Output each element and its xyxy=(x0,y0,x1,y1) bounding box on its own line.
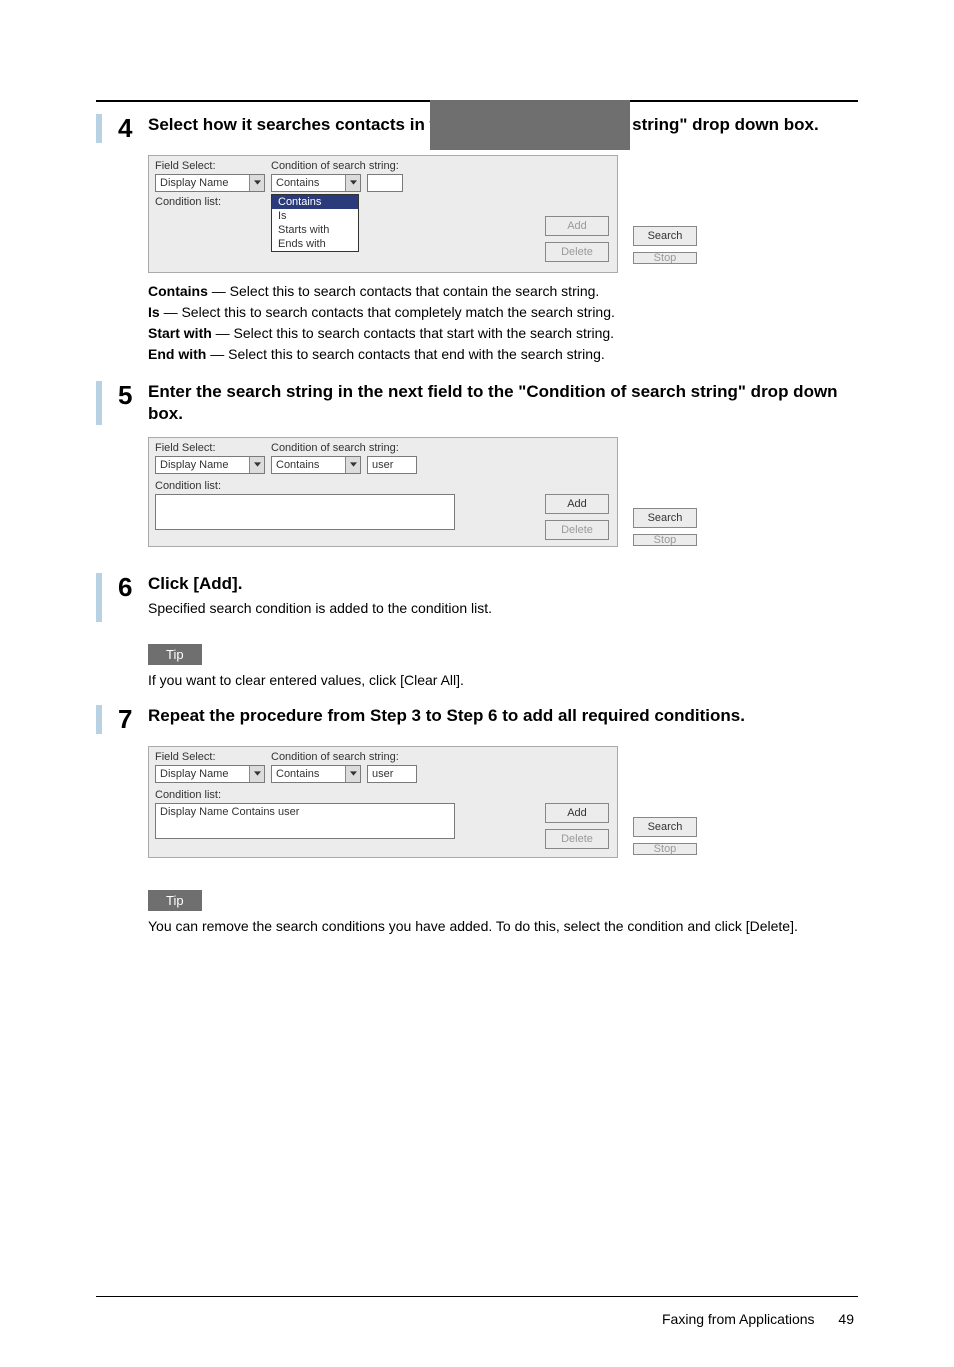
page-footer: Faxing from Applications 49 xyxy=(96,1311,858,1327)
search-string-input[interactable] xyxy=(367,174,403,192)
footer-page-number: 49 xyxy=(838,1311,854,1327)
condition-list-label: Condition list: xyxy=(155,480,221,492)
stop-button[interactable]: Stop xyxy=(633,252,697,264)
def-contains-label: Contains xyxy=(148,283,208,299)
condition-listbox[interactable] xyxy=(155,494,455,530)
step-accent xyxy=(96,114,102,143)
chevron-down-icon xyxy=(345,766,360,782)
step-number: 6 xyxy=(118,573,148,623)
field-select-value: Display Name xyxy=(160,459,249,471)
step-number: 4 xyxy=(118,114,148,143)
chevron-down-icon xyxy=(345,457,360,473)
add-button[interactable]: Add xyxy=(545,216,609,236)
step-5: 5 Enter the search string in the next fi… xyxy=(96,381,858,425)
condition-dropdown[interactable]: Contains xyxy=(271,174,361,192)
delete-button[interactable]: Delete xyxy=(545,242,609,262)
step-title: Repeat the procedure from Step 3 to Step… xyxy=(148,705,858,727)
def-is-text: — Select this to search contacts that co… xyxy=(160,304,615,320)
add-button[interactable]: Add xyxy=(545,803,609,823)
search-string-input[interactable]: user xyxy=(367,456,417,474)
step-6: 6 Click [Add]. Specified search conditio… xyxy=(96,573,858,623)
screenshot-step4: Field Select: Condition of search string… xyxy=(148,155,618,273)
add-button[interactable]: Add xyxy=(545,494,609,514)
def-startwith-label: Start with xyxy=(148,325,212,341)
screenshot-step7: Field Select: Condition of search string… xyxy=(148,746,618,858)
step-7: 7 Repeat the procedure from Step 3 to St… xyxy=(96,705,858,734)
delete-button[interactable]: Delete xyxy=(545,829,609,849)
step-number: 5 xyxy=(118,381,148,425)
field-select-value: Display Name xyxy=(160,177,249,189)
condition-list-label: Condition list: xyxy=(155,196,221,208)
def-endwith-text: — Select this to search contacts that en… xyxy=(206,346,604,362)
chevron-down-icon xyxy=(249,457,264,473)
dropdown-option-endswith[interactable]: Ends with xyxy=(272,237,358,251)
tip-badge: Tip xyxy=(148,644,202,665)
step-accent xyxy=(96,705,102,734)
field-select-value: Display Name xyxy=(160,768,249,780)
dropdown-option-contains[interactable]: Contains xyxy=(272,195,358,209)
dropdown-option-startswith[interactable]: Starts with xyxy=(272,223,358,237)
field-select-label: Field Select: xyxy=(155,751,265,763)
header-tab-block xyxy=(430,100,630,150)
condition-value: Contains xyxy=(276,177,345,189)
list-item[interactable]: Display Name Contains user xyxy=(160,806,450,818)
step4-definitions: Contains — Select this to search contact… xyxy=(148,281,858,365)
search-button[interactable]: Search xyxy=(633,508,697,528)
def-contains-text: — Select this to search contacts that co… xyxy=(208,283,599,299)
field-select-label: Field Select: xyxy=(155,442,265,454)
step-accent xyxy=(96,381,102,425)
search-string-input[interactable]: user xyxy=(367,765,417,783)
dropdown-option-is[interactable]: Is xyxy=(272,209,358,223)
delete-button[interactable]: Delete xyxy=(545,520,609,540)
condition-dropdown[interactable]: Contains xyxy=(271,456,361,474)
condition-label: Condition of search string: xyxy=(271,751,421,763)
def-startwith-text: — Select this to search contacts that st… xyxy=(212,325,614,341)
footer-section: Faxing from Applications xyxy=(662,1311,815,1327)
search-string-value: user xyxy=(372,459,393,471)
field-select-dropdown[interactable]: Display Name xyxy=(155,174,265,192)
condition-label: Condition of search string: xyxy=(271,160,421,172)
step-accent xyxy=(96,573,102,623)
condition-label: Condition of search string: xyxy=(271,442,421,454)
condition-listbox[interactable]: Display Name Contains user xyxy=(155,803,455,839)
step-title: Enter the search string in the next fiel… xyxy=(148,381,858,425)
footer-rule xyxy=(96,1296,858,1297)
step-subtext: Specified search condition is added to t… xyxy=(148,599,858,619)
search-string-value: user xyxy=(372,768,393,780)
chevron-down-icon xyxy=(249,175,264,191)
tip-badge: Tip xyxy=(148,890,202,911)
stop-button[interactable]: Stop xyxy=(633,843,697,855)
field-select-label: Field Select: xyxy=(155,160,265,172)
tip-text: If you want to clear entered values, cli… xyxy=(148,671,858,691)
step-title: Click [Add]. xyxy=(148,573,858,595)
stop-button[interactable]: Stop xyxy=(633,534,697,546)
field-select-dropdown[interactable]: Display Name xyxy=(155,456,265,474)
screenshot-step5: Field Select: Condition of search string… xyxy=(148,437,618,547)
condition-list-label: Condition list: xyxy=(155,789,221,801)
condition-dropdown-list[interactable]: Contains Is Starts with Ends with xyxy=(271,194,359,252)
chevron-down-icon xyxy=(345,175,360,191)
tip-text: You can remove the search conditions you… xyxy=(148,917,858,937)
def-is-label: Is xyxy=(148,304,160,320)
def-endwith-label: End with xyxy=(148,346,206,362)
field-select-dropdown[interactable]: Display Name xyxy=(155,765,265,783)
search-button[interactable]: Search xyxy=(633,817,697,837)
search-button[interactable]: Search xyxy=(633,226,697,246)
condition-value: Contains xyxy=(276,768,345,780)
chevron-down-icon xyxy=(249,766,264,782)
condition-dropdown[interactable]: Contains xyxy=(271,765,361,783)
step-number: 7 xyxy=(118,705,148,734)
condition-value: Contains xyxy=(276,459,345,471)
